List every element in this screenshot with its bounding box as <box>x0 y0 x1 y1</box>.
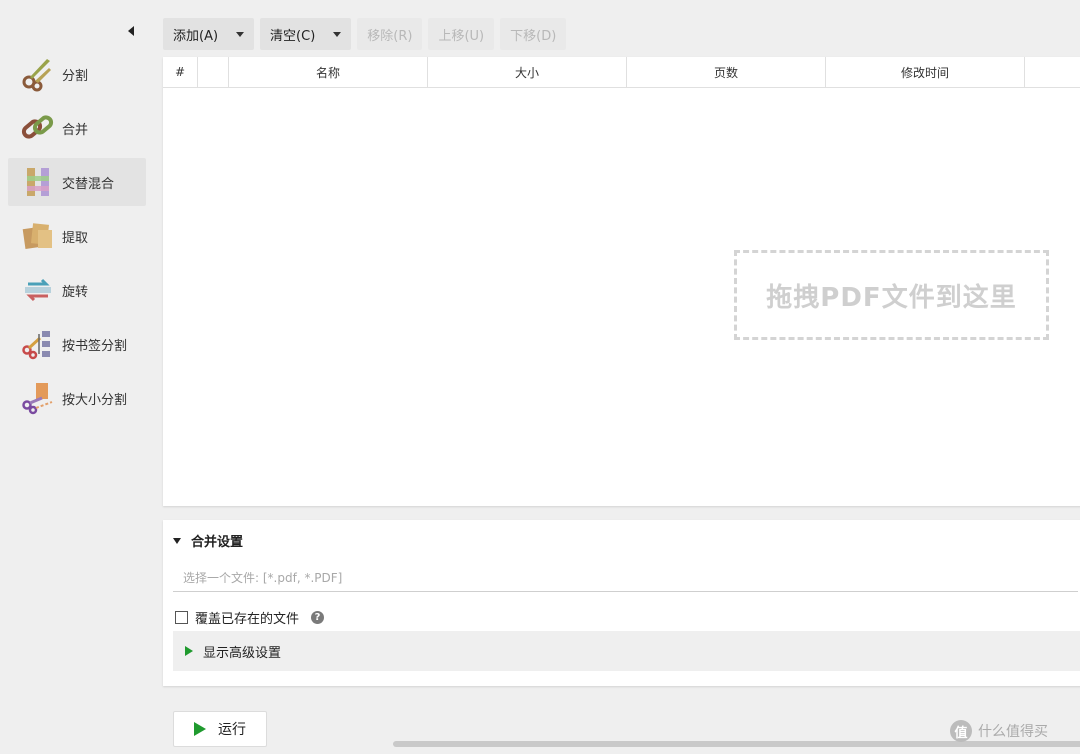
rotate-icon <box>18 270 58 310</box>
watermark: 值 什么值得买 <box>950 720 1048 742</box>
sidebar-item-rotate[interactable]: 旋转 <box>8 266 146 314</box>
move-up-button[interactable]: 上移(U) <box>428 18 495 50</box>
toolbar: 添加(A) 清空(C) 移除(R) 上移(U) 下移(D) <box>163 18 572 50</box>
run-button-label: 运行 <box>218 722 246 738</box>
chevron-down-icon <box>173 537 181 544</box>
sidebar-item-alternate-mix[interactable]: 交替混合 <box>8 158 146 206</box>
column-header-name[interactable]: 名称 <box>229 57 428 87</box>
sidebar-item-merge[interactable]: 合并 <box>8 104 146 152</box>
sidebar-item-label: 分割 <box>62 68 89 84</box>
chain-link-merge-icon <box>18 108 58 148</box>
column-header-blank[interactable] <box>198 57 229 87</box>
overwrite-option: 覆盖已存在的文件 ? <box>175 608 325 627</box>
play-icon <box>194 722 206 736</box>
chevron-down-icon[interactable] <box>333 31 342 37</box>
sidebar-item-split[interactable]: 分割 <box>8 50 146 98</box>
table-header: # 名称 大小 页数 修改时间 <box>163 57 1080 88</box>
drop-zone[interactable]: 拖拽PDF文件到这里 <box>734 250 1049 340</box>
sidebar-item-label: 交替混合 <box>62 176 115 192</box>
add-button-label: 添加(A) <box>173 28 219 44</box>
collapse-left-icon <box>128 26 134 36</box>
sidebar-item-label: 按书签分割 <box>62 338 128 354</box>
merge-settings-panel: 合并设置 覆盖已存在的文件 ? 显示高级设置 <box>163 520 1080 686</box>
show-advanced-settings[interactable]: 显示高级设置 <box>173 631 1080 671</box>
file-table[interactable]: # 名称 大小 页数 修改时间 拖拽PDF文件到这里 <box>163 57 1080 506</box>
help-icon[interactable]: ? <box>311 611 325 624</box>
expand-arrow-icon <box>185 646 193 656</box>
clear-button[interactable]: 清空(C) <box>260 18 352 50</box>
destination-file-input[interactable] <box>173 564 1078 592</box>
merge-settings-toggle[interactable]: 合并设置 <box>173 531 243 550</box>
split-by-bookmark-icon <box>18 324 58 364</box>
add-button[interactable]: 添加(A) <box>163 18 255 50</box>
column-header-size[interactable]: 大小 <box>428 57 627 87</box>
alternate-mix-icon <box>18 162 58 202</box>
column-header-extra[interactable] <box>1025 57 1080 87</box>
clear-button-label: 清空(C) <box>270 28 316 44</box>
advanced-settings-label: 显示高级设置 <box>203 645 282 661</box>
sidebar: 分割 合并 交替混合 提取 旋转 按书签分割 按大小分割 <box>8 50 146 428</box>
sidebar-item-extract[interactable]: 提取 <box>8 212 146 260</box>
smzdm-logo-icon: 值 <box>950 720 972 742</box>
sidebar-item-split-by-size[interactable]: 按大小分割 <box>8 374 146 422</box>
column-header-pages[interactable]: 页数 <box>627 57 826 87</box>
merge-settings-title: 合并设置 <box>191 535 244 550</box>
chevron-down-icon[interactable] <box>236 31 245 37</box>
column-header-modified[interactable]: 修改时间 <box>826 57 1025 87</box>
sidebar-item-label: 提取 <box>62 230 89 246</box>
collapse-sidebar-button[interactable] <box>124 22 138 40</box>
watermark-text: 什么值得买 <box>978 724 1048 740</box>
extract-pages-icon <box>18 216 58 256</box>
remove-button[interactable]: 移除(R) <box>357 18 423 50</box>
run-button[interactable]: 运行 <box>173 711 267 747</box>
overwrite-label[interactable]: 覆盖已存在的文件 <box>195 608 299 627</box>
column-header-index[interactable]: # <box>163 57 198 87</box>
sidebar-item-label: 合并 <box>62 122 89 138</box>
sidebar-item-split-by-bookmark[interactable]: 按书签分割 <box>8 320 146 368</box>
sidebar-item-label: 旋转 <box>62 284 89 300</box>
overwrite-checkbox[interactable] <box>175 611 188 624</box>
scissors-split-icon <box>18 54 58 94</box>
move-down-button[interactable]: 下移(D) <box>500 18 567 50</box>
split-by-size-icon <box>18 378 58 418</box>
sidebar-item-label: 按大小分割 <box>62 392 128 408</box>
